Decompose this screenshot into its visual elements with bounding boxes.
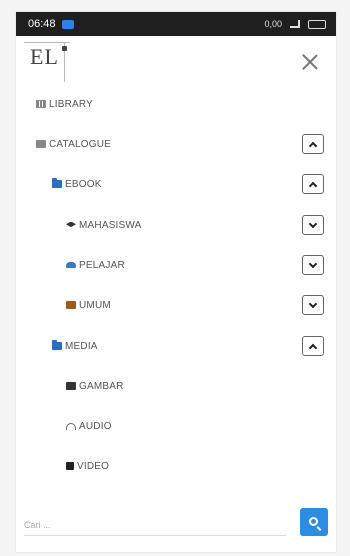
car-icon <box>66 262 76 268</box>
search-input[interactable] <box>24 514 286 536</box>
app-notification-icon <box>61 19 74 29</box>
menu-link-audio[interactable]: AUDIO <box>66 421 112 432</box>
logo-mark <box>62 46 67 51</box>
search-icon <box>308 516 318 526</box>
status-bar: 06:48 0,00 <box>16 12 336 36</box>
menu-item-mahasiswa[interactable]: MAHASISWA <box>16 211 336 239</box>
chevron-down-icon <box>308 219 318 228</box>
headphones-icon <box>66 422 76 430</box>
pelajar-expand-toggle[interactable] <box>302 255 324 275</box>
menu-link-catalogue[interactable]: CATALOGUE <box>36 139 111 150</box>
menu-item-umum[interactable]: UMUM <box>16 291 336 319</box>
library-icon <box>36 100 46 108</box>
mobile-screen: 06:48 0,00 EL LIBRARY CATALOGUE EBOOK MA… <box>16 12 336 552</box>
folder-icon <box>52 178 62 188</box>
menu-item-label: VIDEO <box>77 460 110 472</box>
drawer-header: EL <box>16 36 336 90</box>
menu-item-label: MEDIA <box>65 340 98 352</box>
menu-item-label: LIBRARY <box>49 98 94 110</box>
search-button[interactable] <box>300 508 328 536</box>
status-time: 06:48 <box>28 18 56 30</box>
menu-item-label: UMUM <box>79 299 111 311</box>
menu-item-label: PELAJAR <box>79 259 125 271</box>
umum-expand-toggle[interactable] <box>302 295 324 315</box>
menu-item-gambar[interactable]: GAMBAR <box>16 372 336 400</box>
briefcase-icon <box>66 301 76 309</box>
video-camera-icon <box>66 462 74 470</box>
menu-item-media[interactable]: MEDIA <box>16 332 336 360</box>
mahasiswa-expand-toggle[interactable] <box>302 215 324 235</box>
chevron-down-icon <box>308 259 318 268</box>
menu-item-library[interactable]: LIBRARY <box>16 90 336 118</box>
menu-item-catalogue[interactable]: CATALOGUE <box>16 130 336 158</box>
folder-icon <box>52 340 62 350</box>
chevron-down-icon <box>308 299 318 308</box>
image-icon <box>66 382 76 390</box>
chevron-up-icon <box>308 181 318 190</box>
menu-item-label: GAMBAR <box>79 380 124 392</box>
menu-item-audio[interactable]: AUDIO <box>16 412 336 440</box>
menu-link-pelajar[interactable]: PELAJAR <box>66 260 125 271</box>
catalogue-icon <box>36 140 46 148</box>
menu-item-label: EBOOK <box>65 178 102 190</box>
search-bar <box>16 506 336 540</box>
menu-link-gambar[interactable]: GAMBAR <box>66 381 124 392</box>
chevron-up-icon <box>308 343 318 352</box>
chevron-up-icon <box>308 141 318 150</box>
close-icon[interactable] <box>298 50 322 74</box>
status-right: 0,00 <box>264 19 326 29</box>
menu-item-video[interactable]: VIDEO <box>16 452 336 480</box>
menu-link-ebook[interactable]: EBOOK <box>52 178 102 190</box>
status-left: 06:48 <box>28 18 74 30</box>
menu-item-label: AUDIO <box>79 420 112 432</box>
menu-item-pelajar[interactable]: PELAJAR <box>16 251 336 279</box>
network-speed-indicator: 0,00 <box>264 19 282 29</box>
battery-icon <box>308 19 326 29</box>
logo[interactable]: EL <box>26 42 63 72</box>
menu-item-label: MAHASISWA <box>79 219 142 231</box>
menu-link-video[interactable]: VIDEO <box>66 461 109 472</box>
menu-link-library[interactable]: LIBRARY <box>36 99 93 110</box>
menu-link-media[interactable]: MEDIA <box>52 340 98 352</box>
graduation-cap-icon <box>66 221 76 228</box>
menu-item-ebook[interactable]: EBOOK <box>16 170 336 198</box>
media-collapse-toggle[interactable] <box>302 336 324 356</box>
catalogue-collapse-toggle[interactable] <box>302 134 324 154</box>
menu-item-label: CATALOGUE <box>49 138 111 150</box>
menu-link-umum[interactable]: UMUM <box>66 300 111 311</box>
menu-link-mahasiswa[interactable]: MAHASISWA <box>66 220 142 231</box>
signal-icon <box>290 20 300 28</box>
ebook-collapse-toggle[interactable] <box>302 174 324 194</box>
